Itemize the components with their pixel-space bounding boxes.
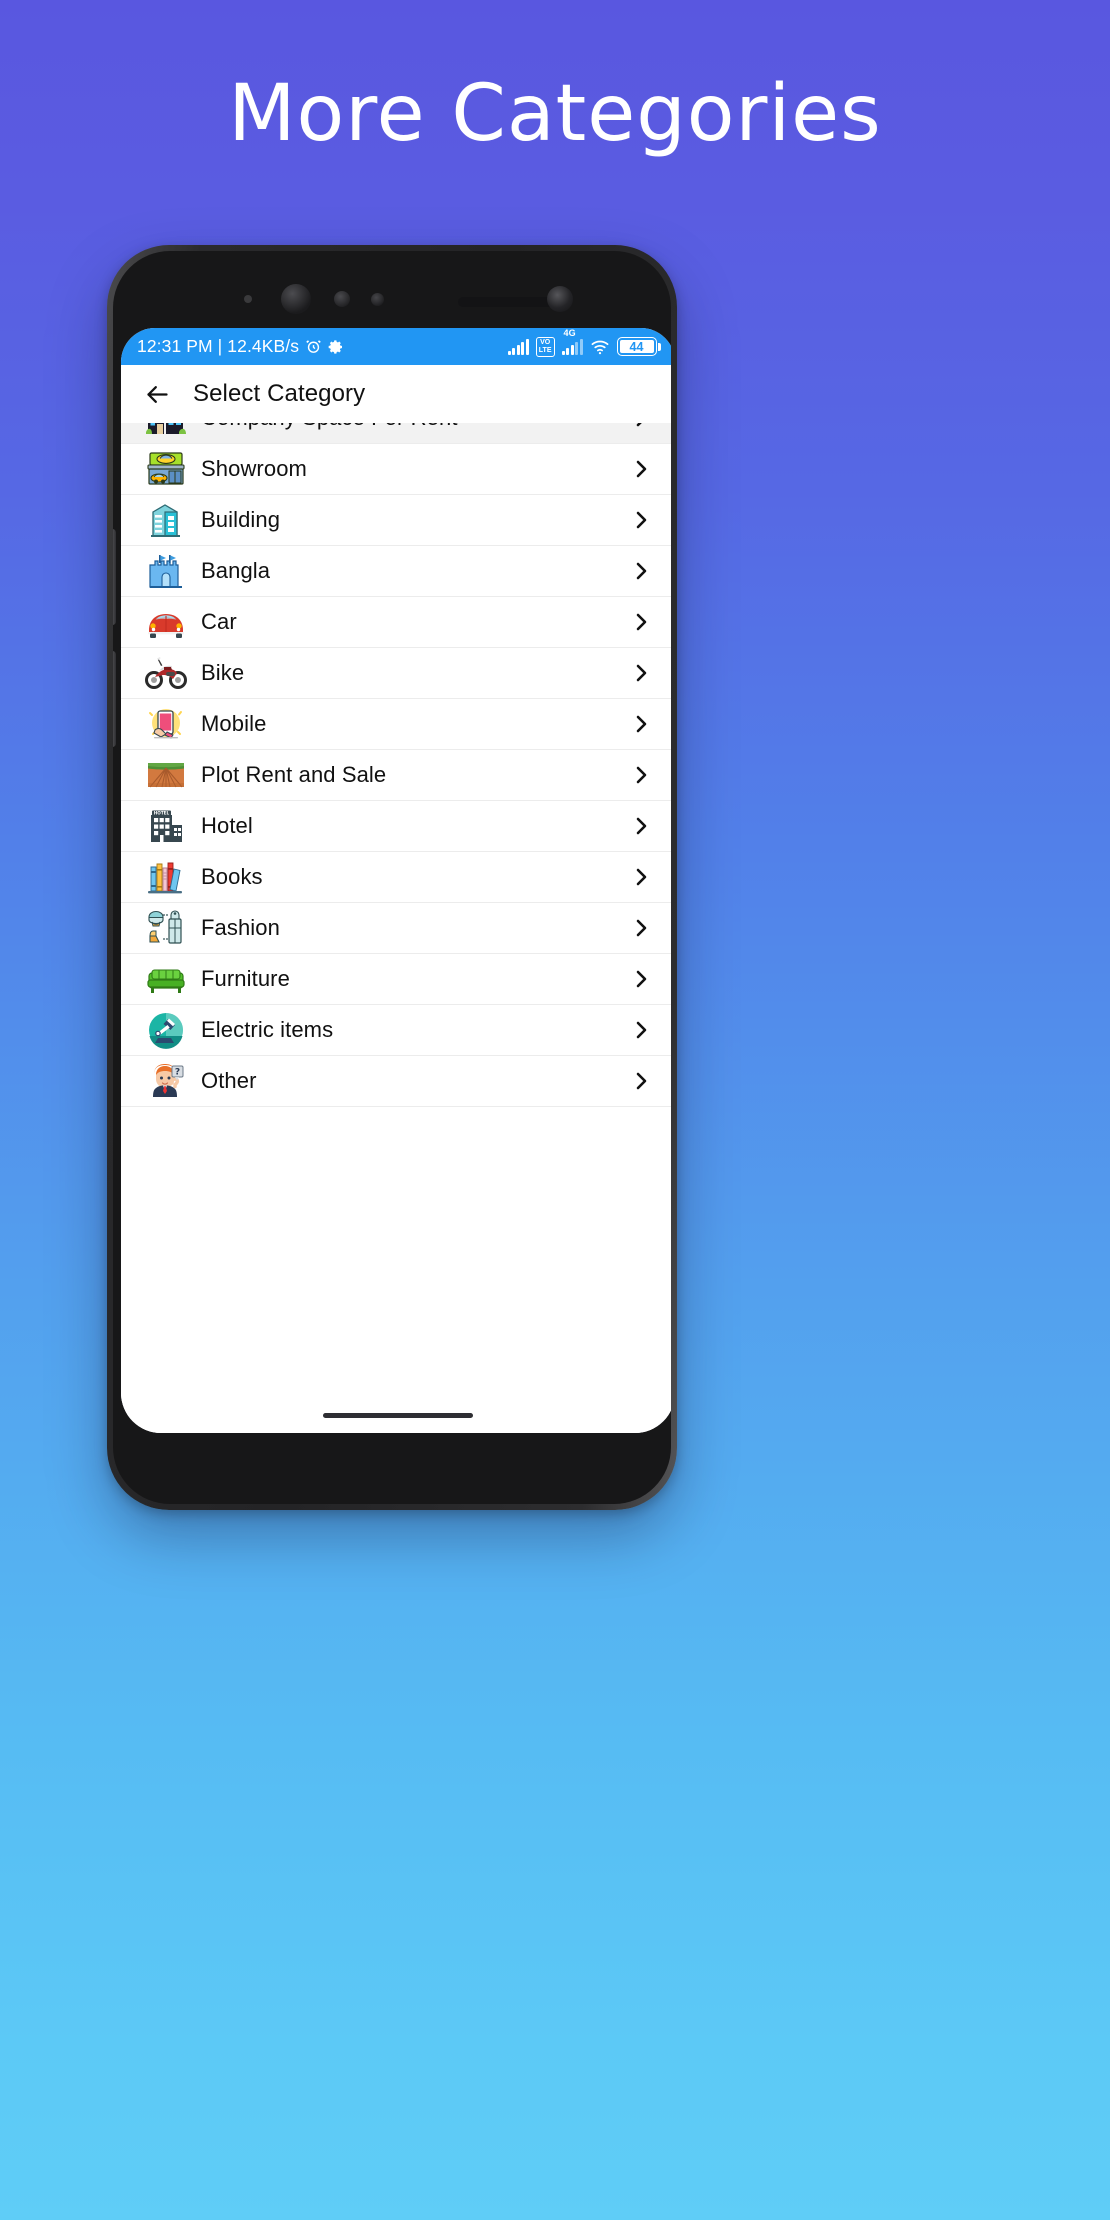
chevron-right-icon[interactable] [629,1069,653,1093]
chevron-right-icon[interactable] [629,423,653,430]
list-item-label: Bike [201,660,245,685]
signal-bars-icon [507,338,529,355]
chevron-right-icon[interactable] [629,967,653,991]
list-item[interactable]: Building [121,495,671,546]
volume-up-button[interactable] [113,529,116,625]
chevron-right-icon[interactable] [629,763,653,787]
books-icon [143,855,189,899]
list-item-label: Books [201,864,263,889]
category-list[interactable]: Company Space For Rent Showroom Building… [121,423,671,1397]
desk-lamp-icon [143,1008,189,1052]
list-item[interactable]: Bangla [121,546,671,597]
list-item[interactable]: Bike [121,648,671,699]
list-item-label: Furniture [201,966,290,991]
front-camera-icon [281,284,311,314]
list-item-label: Other [201,1068,257,1093]
chevron-right-icon[interactable] [629,865,653,889]
volte-line-1: VO [540,339,551,346]
list-item[interactable]: Plot Rent and Sale [121,750,671,801]
list-item[interactable]: Electric items [121,1005,671,1056]
chevron-right-icon[interactable] [629,814,653,838]
building-icon [143,498,189,542]
proximity-sensor-icon [334,291,350,307]
hotel-icon: HOTEL [143,804,189,848]
volume-down-button[interactable] [113,651,116,747]
phone-screen: 12:31 PM | 12.4KB/s VO LTE 4G 44 Select … [121,328,671,1433]
list-item[interactable]: Car [121,597,671,648]
mobile-phone-in-hand-icon [143,702,189,746]
secondary-camera-icon [547,286,573,312]
list-item-label: Electric items [201,1017,334,1042]
status-bar: 12:31 PM | 12.4KB/s VO LTE 4G 44 [121,328,671,365]
chevron-right-icon[interactable] [629,916,653,940]
battery-level: 44 [619,340,654,354]
navigation-gesture-bar[interactable] [121,1397,671,1433]
volte-badge-icon: VO LTE [535,336,555,357]
network-label: 4G [563,328,576,338]
chevron-right-icon[interactable] [629,712,653,736]
chevron-right-icon[interactable] [629,610,653,634]
list-item-label: Mobile [201,711,267,736]
list-item[interactable]: Books [121,852,671,903]
list-item-label: Bangla [201,558,271,583]
castle-icon [143,549,189,593]
sofa-icon [143,957,189,1001]
chevron-right-icon[interactable] [629,457,653,481]
light-sensor-icon [244,295,252,303]
office-buildings-icon [143,423,189,440]
motorcycle-icon [143,651,189,695]
phone-top-bezel [113,251,671,328]
battery-icon: 44 [616,337,661,356]
list-item[interactable]: HOTEL Hotel [121,801,671,852]
chevron-right-icon[interactable] [629,559,653,583]
list-item[interactable]: Mobile [121,699,671,750]
clothing-icon [143,906,189,950]
list-item-label: Car [201,609,237,634]
iris-sensor-icon [371,293,384,306]
phone-frame: 12:31 PM | 12.4KB/s VO LTE 4G 44 Select … [107,245,677,1510]
list-item[interactable]: ? Other [121,1056,671,1107]
farm-field-icon [143,753,189,797]
svg-text:HOTEL: HOTEL [154,811,170,816]
back-arrow-icon[interactable] [143,380,171,408]
phone-body: 12:31 PM | 12.4KB/s VO LTE 4G 44 Select … [113,251,671,1504]
status-bar-right: VO LTE 4G 44 [507,328,661,357]
wifi-icon [590,339,610,355]
list-item[interactable]: Furniture [121,954,671,1005]
list-item[interactable]: Showroom [121,444,671,495]
list-item-label: Plot Rent and Sale [201,762,387,787]
list-item[interactable]: Fashion [121,903,671,954]
gear-icon [328,339,344,355]
chevron-right-icon[interactable] [629,508,653,532]
list-item-label: Showroom [201,456,307,481]
network-4g-icon: 4G [561,328,583,355]
list-item-label: Hotel [201,813,253,838]
chevron-right-icon[interactable] [629,661,653,685]
page-title: More Categories [228,69,882,159]
list-item-label: Company Space For Rent [201,423,629,431]
person-question-icon: ? [143,1059,189,1103]
svg-text:?: ? [175,1068,180,1078]
status-bar-left: 12:31 PM | 12.4KB/s [137,336,344,357]
app-bar: Select Category [121,365,671,423]
list-item[interactable]: Company Space For Rent [121,423,671,444]
home-gesture-pill[interactable] [323,1412,473,1418]
list-item-label: Fashion [201,915,280,940]
car-showroom-icon [143,447,189,491]
list-item-label: Building [201,507,281,532]
status-time-and-speed: 12:31 PM | 12.4KB/s [137,336,300,356]
chevron-right-icon[interactable] [629,1018,653,1042]
alarm-clock-icon [305,338,322,355]
volte-line-2: LTE [538,346,552,354]
app-bar-title: Select Category [193,380,366,407]
car-icon [143,600,189,644]
